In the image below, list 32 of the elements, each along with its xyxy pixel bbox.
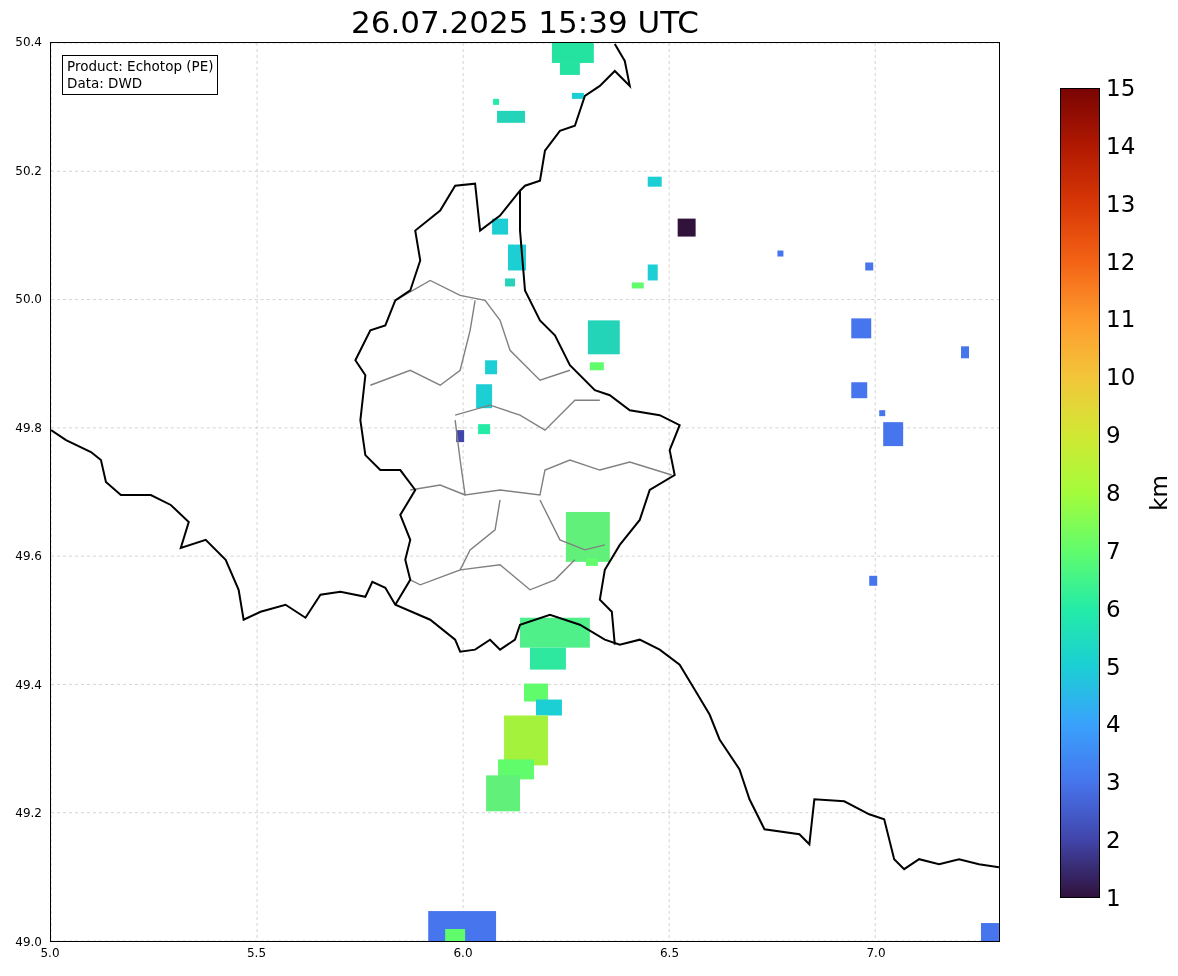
longitude-tick-label: 5.5: [246, 946, 267, 960]
latitude-tick-label: 50.4: [15, 35, 42, 49]
latitude-tick-label: 49.0: [15, 935, 42, 949]
longitude-tick-label: 6.5: [659, 946, 680, 960]
colorbar-tick-label: 13: [1106, 190, 1136, 217]
colorbar-tick-label: 7: [1106, 537, 1121, 564]
colorbar-tick-label: 10: [1106, 364, 1136, 391]
colorbar-tick-label: 12: [1106, 248, 1136, 275]
latitude-tick-label: 49.8: [15, 420, 42, 435]
latitude-tick-label: 49.6: [15, 549, 42, 564]
colorbar-tick-label: 2: [1106, 827, 1121, 854]
longitude-tick-label: 5.0: [40, 946, 60, 960]
colorbar-tick-label: 11: [1106, 306, 1136, 333]
colorbar-tick-label: 9: [1106, 422, 1121, 449]
colorbar-label: km: [1146, 475, 1172, 511]
colorbar-tick-label: 6: [1106, 595, 1121, 622]
longitude-tick-label: 7.0: [866, 946, 886, 960]
latitude-tick-label: 50.2: [15, 163, 42, 178]
colorbar-tick-label: 5: [1106, 653, 1121, 680]
chart-title: 26.07.2025 15:39 UTC: [350, 3, 700, 42]
latitude-tick-label: 49.2: [15, 806, 42, 821]
colorbar-tick-label: 4: [1106, 711, 1121, 738]
latitude-tick-label: 50.0: [15, 292, 42, 307]
info-text: Data: DWD: [67, 75, 144, 92]
colorbar-tick-label: 8: [1106, 480, 1121, 506]
colorbar-tick-label: 1: [1106, 885, 1121, 911]
latitude-tick-label: 49.4: [15, 677, 42, 692]
colorbar-tick-label: 15: [1106, 75, 1136, 101]
colorbar-tick-label: 14: [1106, 132, 1136, 159]
info-text: Product: Echotop (PE): [67, 58, 214, 75]
longitude-tick-label: 6.0: [453, 946, 473, 960]
colorbar-tick-label: 3: [1106, 769, 1121, 796]
